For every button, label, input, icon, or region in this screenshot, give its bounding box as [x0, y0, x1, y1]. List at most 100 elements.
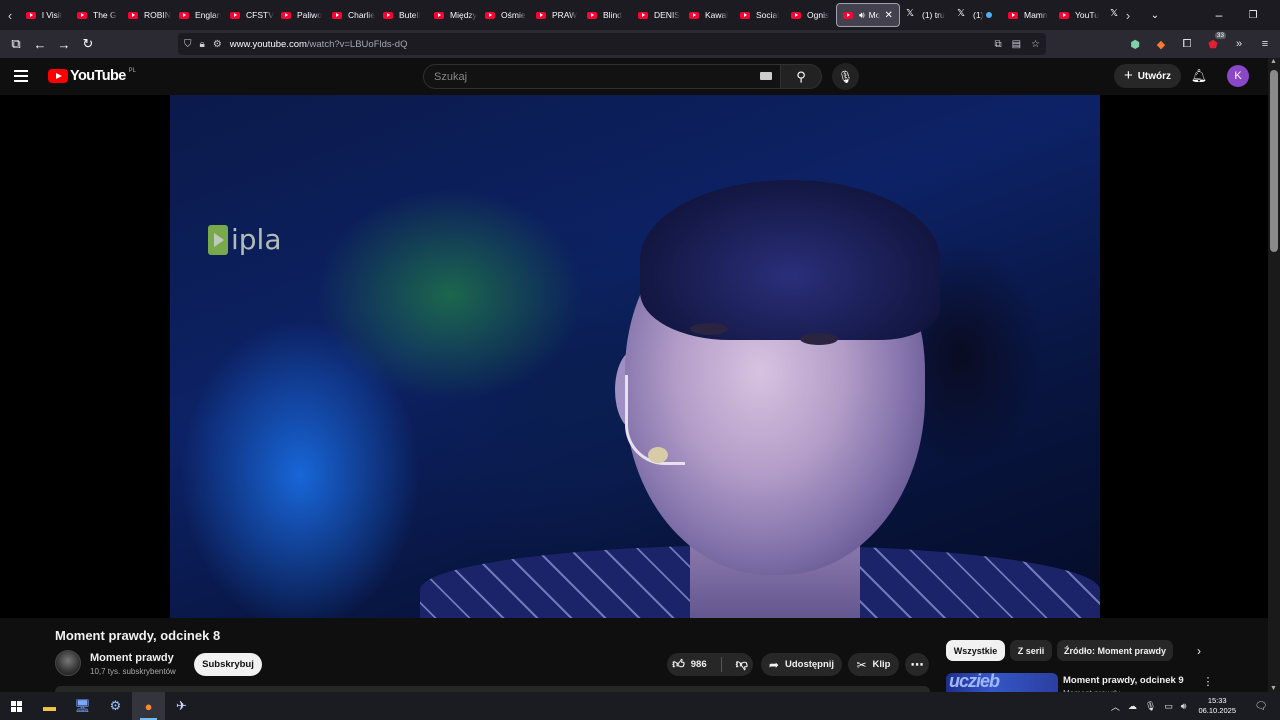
tab[interactable]: PRAW	[530, 3, 581, 27]
reload-icon[interactable]: ↻	[76, 32, 100, 56]
tab-active[interactable]: 🔊︎ Mo ✕	[836, 3, 900, 27]
subscribe-button[interactable]: Subskrybuj	[194, 653, 262, 676]
network-icon[interactable]: ▭	[1164, 701, 1173, 712]
shield-extension-icon[interactable]: ⬢	[1128, 37, 1142, 51]
tab-title: l Visit	[42, 10, 63, 20]
like-button[interactable]: 👍︎ 986	[672, 657, 706, 672]
tab[interactable]: The G	[71, 3, 122, 27]
dislike-button[interactable]: 👎︎	[736, 657, 748, 672]
tab[interactable]: Paliwo	[275, 3, 326, 27]
recommendation-thumbnail[interactable]: uczieb	[946, 673, 1058, 692]
tab[interactable]: Ognis	[785, 3, 836, 27]
picture-in-picture-icon[interactable]: ⧉	[994, 39, 1001, 50]
ublock-icon[interactable]: ⬟ 33	[1206, 32, 1226, 51]
tabs-scroll-left-icon[interactable]: ‹	[0, 0, 20, 30]
recommendation-menu-icon[interactable]: ⋮	[1202, 673, 1214, 689]
video-frame[interactable]	[170, 95, 1100, 618]
windows-logo-icon	[11, 700, 22, 712]
more-tools-icon[interactable]: »	[1232, 37, 1246, 51]
start-button[interactable]	[0, 692, 33, 720]
minimize-window-icon[interactable]: –	[1202, 0, 1236, 30]
tab[interactable]: (1)	[951, 3, 1002, 27]
tab[interactable]: Między	[428, 3, 479, 27]
keyboard-icon[interactable]	[760, 72, 772, 80]
chip-series[interactable]: Z serii	[1010, 640, 1052, 661]
list-all-tabs-icon[interactable]: ⌄	[1138, 0, 1172, 30]
remote-desktop-icon[interactable]: 🖥︎	[66, 692, 99, 720]
tab[interactable]: DENIS	[632, 3, 683, 27]
tab-audio-icon[interactable]: 🔊︎	[859, 10, 865, 21]
tab[interactable]: Englan	[173, 3, 224, 27]
youtube-header: YouTube PL Szukaj ⚲ 🎙︎ + Utwórz 🔔︎ K	[0, 58, 1268, 95]
lock-icon[interactable]: 🔒︎	[200, 39, 205, 50]
app-menu-icon[interactable]: ≡	[1258, 37, 1272, 51]
youtube-icon	[485, 11, 495, 19]
scroll-up-icon[interactable]: ▲	[1270, 58, 1277, 65]
tab[interactable]: Blind	[581, 3, 632, 27]
tracking-protection-icon[interactable]: ⛉	[184, 39, 192, 50]
youtube-logo[interactable]: YouTube PL	[48, 68, 136, 84]
bookmark-star-icon[interactable]: ☆	[1031, 39, 1040, 50]
tab[interactable]: Ośmie	[479, 3, 530, 27]
microphone-tray-icon[interactable]: 🎙︎	[1145, 701, 1156, 712]
voice-search-button[interactable]: 🎙︎	[832, 63, 859, 90]
tray-overflow-icon[interactable]: ︿	[1111, 700, 1120, 713]
plus-icon: +	[1123, 66, 1133, 84]
chip-all[interactable]: Wszystkie	[946, 640, 1005, 661]
restore-window-icon[interactable]: ❐	[1236, 0, 1270, 30]
tab[interactable]: Buteli	[377, 3, 428, 27]
permissions-icon[interactable]: ⚙︎	[213, 39, 222, 50]
share-button[interactable]: ➦ Udostępnij	[761, 653, 842, 676]
steam-icon[interactable]: ⚙︎	[99, 692, 132, 720]
youtube-icon	[26, 11, 36, 19]
toolbar-extensions: ⬢ ◆ ⧠ ⬟ 33 » ≡	[1128, 32, 1272, 56]
guide-menu-icon[interactable]	[14, 66, 34, 86]
clock-date: 06.10.2025	[1198, 706, 1236, 715]
create-button[interactable]: + Utwórz	[1114, 64, 1181, 88]
video-player[interactable]: ipla	[0, 95, 1268, 618]
tab[interactable]: l Visit	[20, 3, 71, 27]
url-text[interactable]: www.youtube.com/watch?v=LBUoFlds-dQ	[230, 39, 408, 50]
chip-source[interactable]: Źródło: Moment prawdy	[1057, 640, 1173, 661]
tab[interactable]: YouTu	[1053, 3, 1104, 27]
clip-button[interactable]: ✂ Klip	[848, 653, 899, 676]
account-avatar[interactable]: K	[1227, 65, 1249, 87]
clock[interactable]: 15:33 06.10.2025	[1198, 696, 1236, 716]
search-button[interactable]: ⚲	[781, 64, 822, 89]
tab[interactable]: Social	[734, 3, 785, 27]
scroll-down-icon[interactable]: ▼	[1270, 685, 1277, 692]
recommendation-title[interactable]: Moment prawdy, odcinek 9	[1063, 675, 1184, 686]
page-scrollbar[interactable]: ▲ ▼	[1268, 58, 1280, 692]
scroll-thumb[interactable]	[1270, 70, 1278, 252]
more-actions-button[interactable]: ⋯	[905, 653, 929, 676]
tab[interactable]: Kawal	[683, 3, 734, 27]
reader-view-icon[interactable]: ▤	[1012, 39, 1021, 50]
tab[interactable]: Charlie	[326, 3, 377, 27]
system-tray: ︿ ☁︎ 🎙︎ ▭ 🔊︎ 15:33 06.10.2025 🗨︎	[1111, 692, 1280, 720]
close-window-icon[interactable]: ✕	[1270, 0, 1280, 30]
tab[interactable]: (1) tru	[900, 3, 951, 27]
chips-next-icon[interactable]: ›	[1190, 641, 1208, 661]
forward-icon[interactable]: →	[52, 32, 76, 56]
notifications-icon[interactable]: 🗨︎	[1252, 697, 1270, 715]
url-bar[interactable]: ⛉ 🔒︎ ⚙︎ www.youtube.com/watch?v=LBUoFlds…	[178, 33, 1046, 55]
puzzle-extensions-icon[interactable]: ⧠	[1180, 37, 1194, 51]
back-icon[interactable]: ←	[28, 32, 52, 56]
firefox-icon[interactable]: ●	[132, 692, 165, 720]
tab[interactable]: (1) N	[1104, 3, 1118, 27]
tab[interactable]: Mamn	[1002, 3, 1053, 27]
tab[interactable]: ROBIN	[122, 3, 173, 27]
tabs-scroll-right-icon[interactable]: ›	[1118, 0, 1138, 30]
fox-extension-icon[interactable]: ◆	[1154, 37, 1168, 51]
channel-avatar[interactable]	[55, 650, 81, 676]
tab-close-icon[interactable]: ✕	[884, 10, 892, 21]
sidebar-toggle-icon[interactable]: ⧉	[4, 32, 28, 56]
tab[interactable]: CFSTV	[224, 3, 275, 27]
app-icon[interactable]: ✈︎	[165, 692, 198, 720]
notifications-bell-icon[interactable]: 🔔︎	[1190, 67, 1208, 85]
volume-icon[interactable]: 🔊︎	[1181, 701, 1187, 712]
channel-name[interactable]: Moment prawdy	[90, 652, 174, 664]
file-explorer-icon[interactable]: ▬	[33, 692, 66, 720]
onedrive-icon[interactable]: ☁︎	[1128, 701, 1137, 712]
search-input[interactable]: Szukaj	[423, 64, 781, 89]
